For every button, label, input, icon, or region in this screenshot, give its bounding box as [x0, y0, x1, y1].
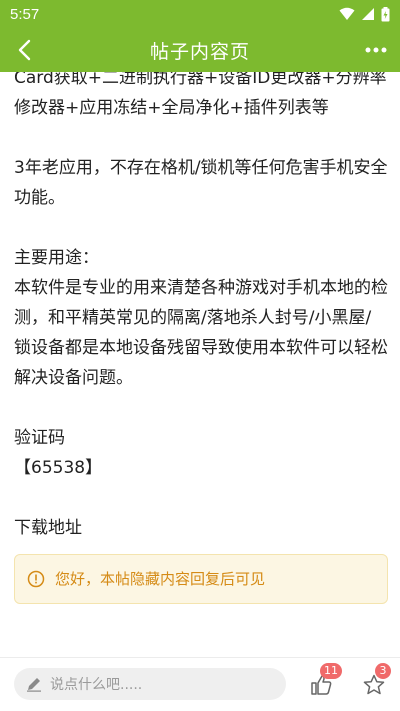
post-body: Card获取+二进制执行器+设备ID更改器+分辨率修改器+应用冻结+全局净化+插…	[14, 72, 388, 604]
post-paragraph: 3年老应用，不存在格机/锁机等任何危害手机安全功能。	[14, 158, 388, 208]
comment-input[interactable]: 说点什么吧.....	[14, 668, 286, 700]
pencil-icon	[26, 676, 42, 692]
status-bar: 5:57	[0, 0, 400, 28]
app-bar: 帖子内容页	[0, 28, 400, 72]
warning-circle-icon	[27, 570, 45, 588]
post-content[interactable]: Card获取+二进制执行器+设备ID更改器+分辨率修改器+应用冻结+全局净化+插…	[0, 72, 400, 657]
bottom-bar: 说点什么吧..... 11 3	[0, 657, 400, 711]
comment-placeholder: 说点什么吧.....	[50, 677, 143, 693]
back-button[interactable]	[0, 28, 48, 72]
favorite-count-badge: 3	[375, 663, 391, 679]
post-paragraph: Card获取+二进制执行器+设备ID更改器+分辨率修改器+应用冻结+全局净化+插…	[14, 72, 387, 118]
download-label: 下载地址	[14, 518, 82, 538]
post-paragraph: 验证码	[14, 428, 65, 448]
back-arrow-icon	[18, 39, 31, 61]
favorite-button[interactable]: 3	[359, 663, 391, 700]
page-title: 帖子内容页	[149, 40, 250, 63]
like-count-badge: 11	[320, 663, 342, 679]
status-icons	[339, 6, 390, 22]
hidden-notice-text: 您好，本帖隐藏内容回复后可见	[55, 570, 266, 588]
post-paragraph: 本软件是专业的用来清楚各种游戏对手机本地的检测，和平精英常见的隔离/落地杀人封号…	[14, 278, 388, 388]
signal-icon	[362, 8, 374, 20]
wifi-icon	[339, 7, 355, 20]
verification-code: 【65538】	[14, 458, 103, 478]
more-dots-icon	[365, 47, 387, 53]
hidden-content-notice: 您好，本帖隐藏内容回复后可见	[14, 554, 388, 604]
like-button[interactable]: 11	[306, 663, 342, 700]
post-paragraph: 主要用途：	[14, 248, 99, 268]
battery-icon	[381, 6, 390, 21]
status-time: 5:57	[10, 5, 40, 23]
more-button[interactable]	[352, 28, 400, 72]
